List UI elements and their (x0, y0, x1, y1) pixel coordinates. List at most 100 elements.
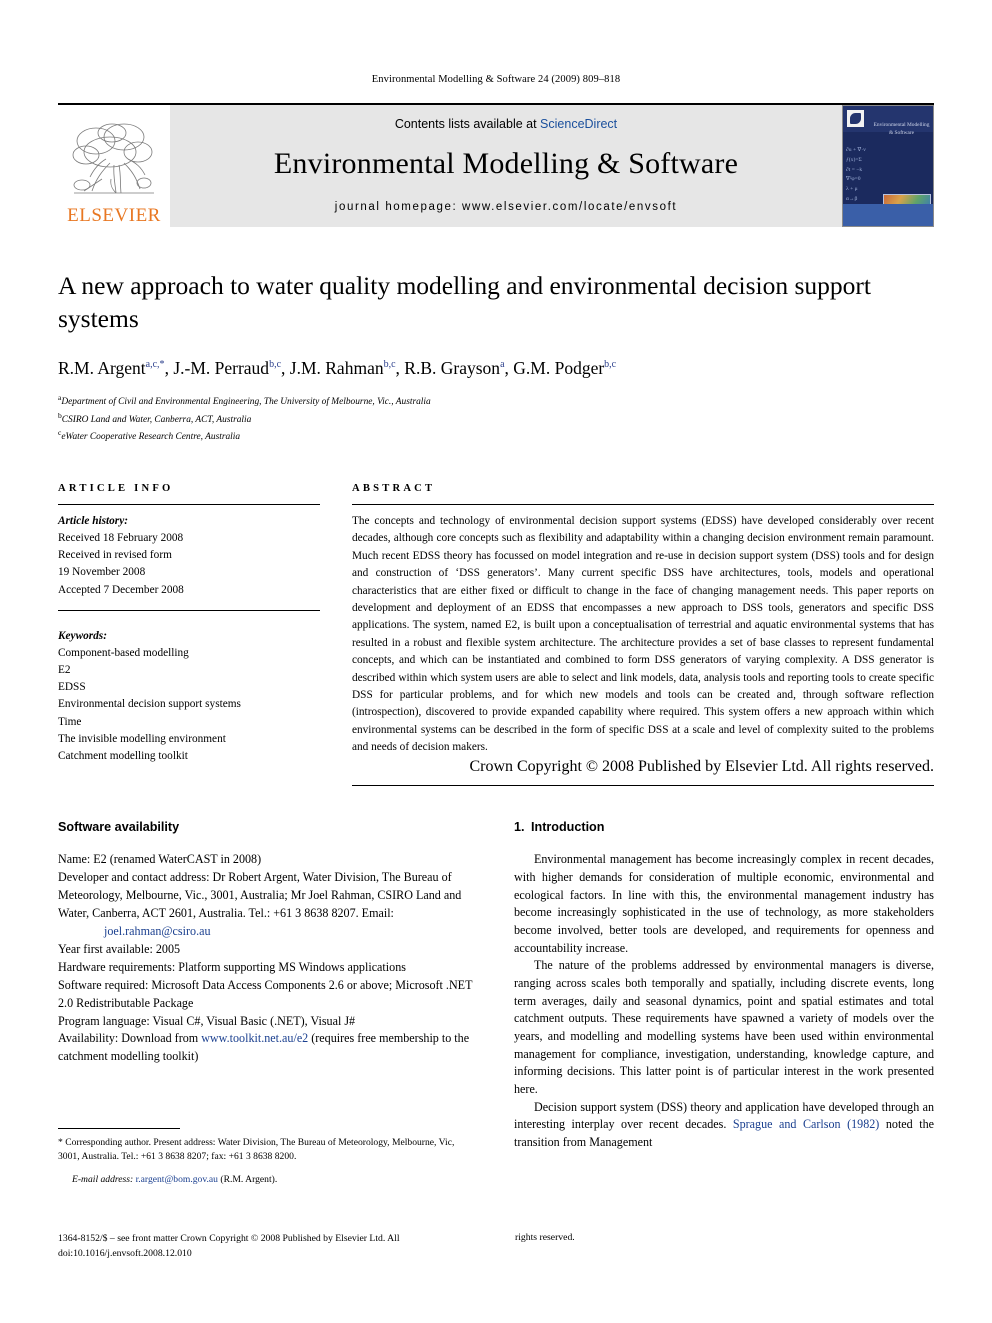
elsevier-tree-icon (72, 123, 154, 194)
intro-paragraph-with-citation: Decision support system (DSS) theory and… (514, 1099, 934, 1152)
history-line: Received in revised form (58, 549, 172, 562)
article-history-label: Article history: (58, 515, 128, 528)
author: R.B. Graysona (404, 358, 504, 378)
title-block: A new approach to water quality modellin… (58, 269, 934, 445)
keywords-body: Keywords: Component-based modelling E2 E… (58, 620, 320, 765)
elsevier-logo: ELSEVIER (58, 105, 170, 227)
article-title: A new approach to water quality modellin… (58, 271, 871, 334)
citation-link[interactable]: Sprague and Carlson (1982) (733, 1117, 879, 1131)
corresponding-email-link[interactable]: r.argent@bom.gov.au (136, 1174, 218, 1185)
entry-label: Program language: (58, 1013, 150, 1028)
introduction-column: 1. Introduction Environmental management … (514, 820, 934, 1151)
software-entry-availability: Availability: Download from www.toolkit.… (58, 1030, 478, 1066)
entry-text: Visual C#, Visual Basic (.NET), Visual J… (149, 1013, 356, 1028)
footnote-email-line: E-mail address: r.argent@bom.gov.au (R.M… (58, 1173, 468, 1187)
affiliation-text: Department of Civil and Environmental En… (61, 397, 431, 408)
keyword-item: Environmental decision support systems (58, 698, 241, 711)
software-availability-heading: Software availability (58, 820, 180, 835)
keyword-item: Catchment modelling toolkit (58, 749, 188, 762)
developer-email-link[interactable]: joel.rahman@csiro.au (104, 924, 211, 938)
software-entry-language: Program language: Visual C#, Visual Basi… (58, 1013, 478, 1031)
author: J.M. Rahmanb,c (290, 358, 396, 378)
entry-label: Name: (58, 852, 91, 867)
author-name: J.M. Rahman (289, 358, 384, 379)
software-availability-list: Name: E2 (renamed WaterCAST in 2008) Dev… (58, 851, 478, 1066)
keyword-item: Component-based modelling (58, 646, 189, 659)
history-line: Accepted 7 December 2008 (58, 583, 184, 596)
cover-footer-band (843, 204, 933, 226)
body-columns: Software availability Name: E2 (renamed … (58, 820, 934, 1151)
doi-line: doi:10.1016/j.envsoft.2008.12.010 (58, 1247, 192, 1259)
software-entry-developer: Developer and contact address: Dr Robert… (58, 869, 478, 941)
author-name: R.B. Grayson (404, 358, 501, 379)
affiliation-text: CSIRO Land and Water, Canberra, ACT, Aus… (61, 414, 252, 425)
author-affil-mark: a (500, 359, 505, 371)
software-availability-column: Software availability Name: E2 (renamed … (58, 820, 478, 1151)
corresponding-author-note: * Corresponding author. Present address:… (58, 1137, 455, 1162)
email-address-label: E-mail address: (72, 1173, 134, 1185)
author: R.M. Argenta,c,* (58, 358, 165, 378)
software-entry-name: Name: E2 (renamed WaterCAST in 2008) (58, 851, 478, 869)
history-line: Received 18 February 2008 (58, 532, 184, 545)
affiliation-text: eWater Cooperative Research Centre, Aust… (61, 432, 241, 443)
article-info-heading: ARTICLE INFO (58, 483, 174, 495)
contents-prefix: Contents lists available at (394, 117, 541, 131)
journal-homepage[interactable]: journal homepage: www.elsevier.com/locat… (335, 201, 677, 213)
entry-text: Download from (118, 1031, 202, 1046)
author-list: R.M. Argenta,c,*, J.-M. Perraudb,c, J.M.… (58, 358, 617, 379)
developer-email-line: joel.rahman@csiro.au (58, 923, 478, 941)
software-entry-software: Software required: Microsoft Data Access… (58, 977, 478, 1013)
abstract-text: The concepts and technology of environme… (352, 515, 934, 754)
article-info-column: ARTICLE INFO Article history: Received 1… (58, 483, 320, 786)
journal-article-page: Environmental Modelling & Software 24 (2… (0, 0, 992, 1323)
entry-text: Platform supporting MS Windows applicati… (175, 959, 406, 974)
contents-available-line: Contents lists available at ScienceDirec… (395, 117, 617, 131)
journal-title: Environmental Modelling & Software (273, 147, 739, 180)
entry-label: Year first available: (58, 941, 153, 956)
history-line: 19 November 2008 (58, 566, 146, 579)
author-affil-mark: b,c (604, 359, 617, 371)
affiliation-item: bCSIRO Land and Water, Canberra, ACT, Au… (58, 410, 934, 428)
keyword-item: The invisible modelling environment (58, 732, 226, 745)
section-number: 1. (514, 820, 525, 835)
affiliation-list: aDepartment of Civil and Environmental E… (58, 392, 934, 445)
section-title: Introduction (531, 820, 605, 835)
keyword-item: E2 (58, 664, 71, 677)
intro-paragraph: Environmental management has become incr… (514, 852, 934, 955)
entry-label: Hardware requirements: (58, 959, 176, 974)
author-affil-mark: a,c,* (145, 359, 165, 371)
info-abstract-region: ARTICLE INFO Article history: Received 1… (58, 483, 934, 787)
journal-cover-thumbnail: Environmental Modelling & Software ∂u + … (842, 105, 934, 227)
running-head: Environmental Modelling & Software 24 (2… (371, 74, 621, 85)
author-name: G.M. Podger (513, 358, 605, 379)
author: J.-M. Perraudb,c (173, 358, 281, 378)
author: G.M. Podgerb,c (513, 358, 616, 378)
author-affil-mark: b,c (383, 359, 396, 371)
elsevier-wordmark: ELSEVIER (67, 205, 161, 226)
footer-rights-tail: rights reserved. (515, 1232, 575, 1243)
journal-masthead: ELSEVIER Contents lists available at Sci… (58, 103, 934, 227)
cover-title-text: Environmental Modelling & Software (873, 122, 930, 136)
footnote-rule (58, 1128, 180, 1129)
author-name: R.M. Argent (58, 358, 146, 379)
keywords-block: Keywords: Component-based modelling E2 E… (58, 609, 320, 765)
journal-band: Contents lists available at ScienceDirec… (170, 105, 842, 227)
software-entry-year: Year first available: 2005 (58, 941, 478, 959)
issn-copyright-line: 1364-8152/$ – see front matter Crown Cop… (58, 1233, 400, 1244)
author-affil-mark: b,c (269, 359, 282, 371)
entry-label: Software required: (58, 977, 149, 992)
abstract-heading: ABSTRACT (352, 483, 436, 495)
cover-elsevier-mark (847, 110, 864, 127)
keywords-label: Keywords: (58, 629, 107, 642)
abstract-column: ABSTRACT The concepts and technology of … (352, 483, 934, 787)
abstract-copyright: Crown Copyright © 2008 Published by Else… (469, 758, 934, 776)
entry-text: 2005 (152, 941, 181, 956)
affiliation-item: ceWater Cooperative Research Centre, Aus… (58, 427, 934, 445)
introduction-heading: 1. Introduction (514, 820, 934, 834)
email-attribution: (R.M. Argent). (217, 1173, 278, 1185)
abstract-rule-bottom (352, 785, 934, 787)
entry-label: Developer and contact address: (58, 870, 210, 885)
affiliation-item: aDepartment of Civil and Environmental E… (58, 392, 934, 410)
availability-link[interactable]: www.toolkit.net.au/e2 (201, 1031, 308, 1045)
sciencedirect-link[interactable]: ScienceDirect (540, 117, 617, 131)
